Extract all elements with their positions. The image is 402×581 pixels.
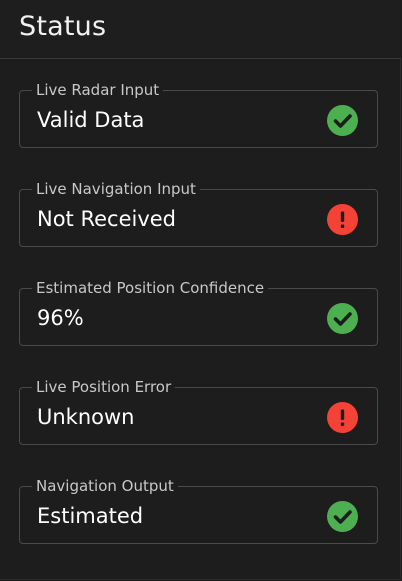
field-label: Navigation Output [32, 476, 178, 496]
error-circle-icon [327, 204, 358, 235]
error-circle-icon [327, 402, 358, 433]
panel-header: Status [0, 0, 401, 59]
field-live-navigation-input: Live Navigation Input Not Received [19, 179, 378, 247]
field-label: Live Radar Input [32, 80, 164, 100]
status-panel: Status Live Radar Input Valid Data Live … [0, 0, 401, 580]
page-title: Status [19, 11, 107, 42]
field-value: Unknown [37, 405, 135, 429]
field-value: Valid Data [37, 108, 145, 132]
field-live-radar-input: Live Radar Input Valid Data [19, 80, 378, 148]
field-estimated-position-confidence: Estimated Position Confidence 96% [19, 278, 378, 346]
field-value: 96% [37, 306, 84, 330]
field-navigation-output: Navigation Output Estimated [19, 476, 378, 544]
field-live-position-error: Live Position Error Unknown [19, 377, 378, 445]
field-value: Not Received [37, 207, 177, 231]
check-circle-icon [327, 303, 358, 334]
field-label: Live Navigation Input [32, 179, 200, 199]
field-value: Estimated [37, 504, 144, 528]
check-circle-icon [327, 501, 358, 532]
check-circle-icon [327, 105, 358, 136]
field-label: Estimated Position Confidence [32, 278, 269, 298]
field-label: Live Position Error [32, 377, 176, 397]
